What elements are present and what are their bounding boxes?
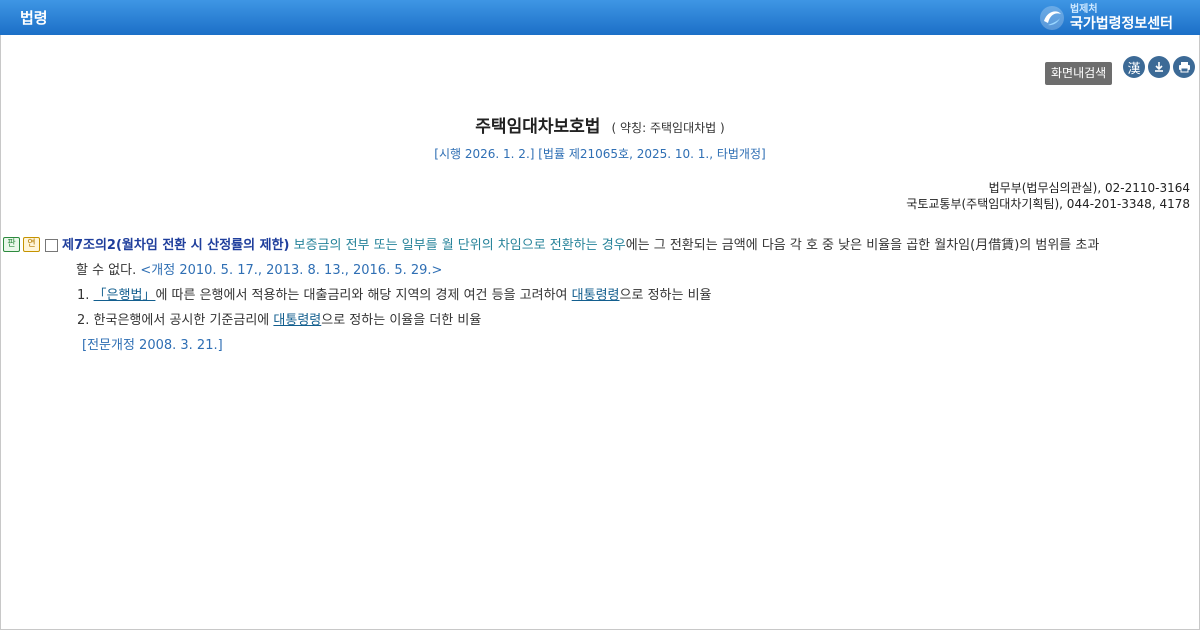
hanja-icon[interactable]: 漢 [1123, 56, 1145, 78]
hanja-label: 漢 [1127, 61, 1141, 77]
article-body-continued: 할 수 없다. [76, 263, 137, 278]
full-amendment-note: [전문개정 2008. 3. 21.] [82, 338, 223, 353]
presidential-decree-link[interactable]: 대통령령 [572, 288, 620, 303]
law-title: 주택임대차보호법 [475, 117, 601, 137]
in-page-search-button[interactable]: 화면내검색 [1045, 62, 1113, 85]
logo[interactable]: 법제처 국가법령정보센터 [1039, 2, 1173, 34]
download-icon[interactable] [1148, 56, 1170, 78]
item-text: 에 따른 은행에서 적용하는 대출금리와 해당 지역의 경제 여건 등을 고려하… [155, 288, 568, 303]
history-badge[interactable]: 연 [23, 237, 40, 252]
list-item: 1. 「은행법」에 따른 은행에서 적용하는 대출금리와 해당 지역의 경제 여… [3, 283, 1193, 308]
article-block: 판 연 제7조의2(월차임 전환 시 산정률의 제한) 보증금의 전부 또는 일… [3, 233, 1193, 358]
article-title[interactable]: 제7조의2(월차임 전환 시 산정률의 제한) [62, 238, 289, 253]
article-body-text: 에는 그 전환되는 금액에 다음 각 호 중 낮은 비율을 곱한 월차임(月借賃… [625, 238, 1100, 253]
item-number: 2. [77, 313, 90, 328]
item-text: 으로 정하는 비율 [619, 288, 712, 303]
law-abbreviation: ( 약칭: 주택임대차법 ) [611, 121, 725, 135]
article-checkbox[interactable] [45, 239, 58, 252]
enforcement-info[interactable]: [시행 2026. 1. 2.] [법률 제21065호, 2025. 10. … [0, 145, 1200, 162]
item-text: 한국은행에서 공시한 기준금리에 [93, 313, 270, 328]
section-title: 법령 [20, 9, 48, 27]
logo-big-text: 국가법령정보센터 [1069, 16, 1173, 32]
contact-line: 법무부(법무심의관실), 02-2110-3164 [988, 181, 1190, 195]
presidential-decree-link[interactable]: 대통령령 [273, 313, 321, 328]
item-text: 으로 정하는 이율을 더한 비율 [321, 313, 482, 328]
article-lead-text: 보증금의 전부 또는 일부를 월 단위의 차임으로 전환하는 경우 [293, 238, 626, 253]
precedent-badge[interactable]: 판 [3, 237, 20, 252]
bank-act-link[interactable]: 「은행법」 [94, 288, 156, 303]
contact-info: 법무부(법무심의관실), 02-2110-3164 국토교통부(주택임대차기획팀… [906, 180, 1190, 212]
amendment-history[interactable]: <개정 2010. 5. 17., 2013. 8. 13., 2016. 5.… [140, 263, 442, 278]
print-glyph [1178, 62, 1190, 73]
list-item: 2. 한국은행에서 공시한 기준금리에 대통령령으로 정하는 이율을 더한 비율 [3, 308, 1193, 333]
print-icon[interactable] [1173, 56, 1195, 78]
top-bar: 법령 법제처 국가법령정보센터 [0, 0, 1200, 35]
logo-emblem-icon [1039, 6, 1064, 30]
download-glyph [1155, 62, 1163, 72]
logo-small-text: 법제처 [1069, 4, 1098, 15]
contact-line: 국토교통부(주택임대차기획팀), 044-201-3348, 4178 [906, 197, 1190, 211]
law-title-block: 주택임대차보호법 ( 약칭: 주택임대차법 ) [0, 112, 1200, 137]
item-number: 1. [77, 288, 90, 303]
